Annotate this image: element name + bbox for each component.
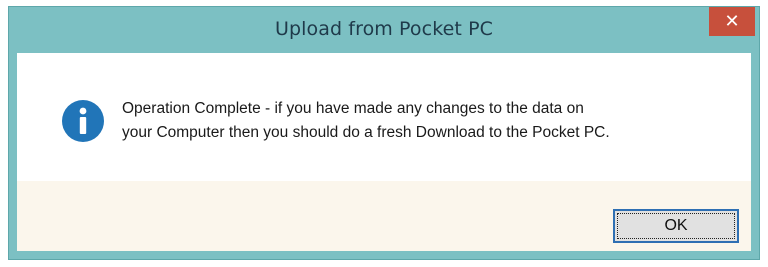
dialog-title: Upload from Pocket PC	[274, 18, 494, 40]
close-button[interactable]: ✕	[709, 7, 755, 36]
info-icon	[62, 100, 104, 142]
message-text: Operation Complete - if you have made an…	[122, 97, 732, 145]
dialog-window: Upload from Pocket PC ✕ Operation Comple…	[8, 6, 760, 260]
close-icon: ✕	[724, 11, 740, 32]
button-bar: OK	[17, 181, 751, 251]
message-line-2: your Computer then you should do a fresh…	[122, 124, 610, 141]
ok-label: OK	[664, 217, 688, 234]
message-area: Operation Complete - if you have made an…	[17, 53, 751, 181]
dialog-body: Operation Complete - if you have made an…	[17, 53, 751, 251]
title-bar[interactable]: Upload from Pocket PC ✕	[9, 7, 759, 53]
message-line-1: Operation Complete - if you have made an…	[122, 100, 584, 117]
ok-button[interactable]: OK	[613, 209, 739, 243]
